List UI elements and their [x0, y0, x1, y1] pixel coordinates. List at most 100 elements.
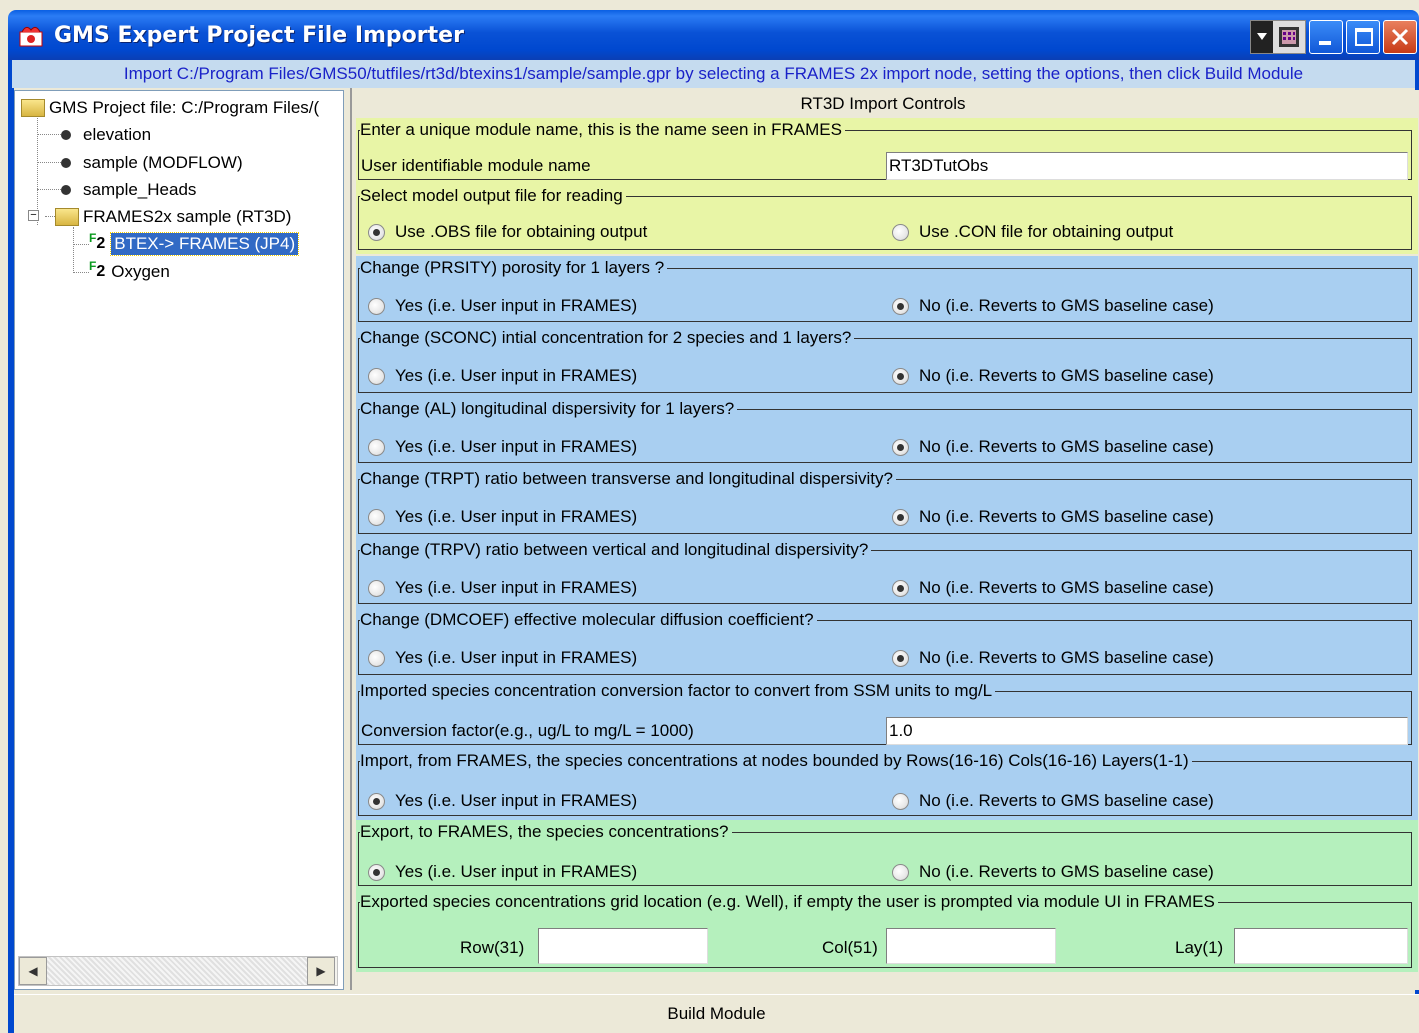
radio-label: No (i.e. Reverts to GMS baseline case) [919, 862, 1214, 881]
open-folder-icon [55, 208, 79, 226]
radio-icon [368, 649, 385, 667]
trpv-no-radio[interactable]: No (i.e. Reverts to GMS baseline case) [892, 578, 1214, 598]
f2-icon-sup: F [89, 231, 97, 245]
window-menu-button[interactable] [1250, 20, 1306, 54]
tree-line [73, 227, 74, 273]
radio-label: Yes (i.e. User input in FRAMES) [395, 791, 638, 810]
export-concentrations-group: Export, to FRAMES, the species concentra… [356, 820, 1418, 890]
radio-icon [368, 438, 385, 456]
trpt-no-radio[interactable]: No (i.e. Reverts to GMS baseline case) [892, 507, 1214, 527]
bullet-icon [61, 185, 71, 195]
collapse-expander[interactable]: − [28, 210, 39, 221]
group-legend: Imported species concentration conversio… [360, 681, 996, 701]
radio-icon [368, 863, 385, 881]
group-legend: Export, to FRAMES, the species concentra… [360, 822, 732, 842]
group-legend: Change (DMCOEF) effective molecular diff… [360, 610, 817, 630]
f2-icon-text: 2 [96, 235, 106, 252]
tree-line [45, 216, 55, 217]
module-name-input[interactable] [886, 152, 1408, 180]
maximize-button[interactable] [1346, 20, 1380, 54]
radio-label: Yes (i.e. User input in FRAMES) [395, 437, 638, 456]
radio-label: Yes (i.e. User input in FRAMES) [395, 648, 638, 667]
tree-root-label: GMS Project file: C:/Program Files/( [49, 98, 320, 117]
panel-header: RT3D Import Controls [800, 94, 966, 113]
col-input[interactable] [886, 928, 1056, 964]
trpt-yes-radio[interactable]: Yes (i.e. User input in FRAMES) [368, 507, 637, 527]
build-module-button[interactable]: Build Module [14, 994, 1419, 1033]
al-no-radio[interactable]: No (i.e. Reverts to GMS baseline case) [892, 437, 1214, 457]
al-yes-radio[interactable]: Yes (i.e. User input in FRAMES) [368, 437, 637, 457]
close-button[interactable] [1383, 20, 1417, 54]
use-con-radio[interactable]: Use .CON file for obtaining output [892, 222, 1173, 242]
output-file-group: Select model output file for reading Use… [356, 184, 1418, 254]
radio-icon [892, 223, 909, 241]
sconc-no-radio[interactable]: No (i.e. Reverts to GMS baseline case) [892, 366, 1214, 386]
use-obs-radio[interactable]: Use .OBS file for obtaining output [368, 222, 647, 242]
radio-icon [368, 508, 385, 526]
project-tree[interactable]: GMS Project file: C:/Program Files/( ele… [14, 90, 344, 990]
module-name-label: User identifiable module name [361, 156, 591, 175]
scroll-right-button[interactable]: ▶ [307, 957, 335, 985]
change-al-group: Change (AL) longitudinal dispersivity fo… [356, 397, 1418, 467]
title-bar[interactable]: GMS Expert Project File Importer [8, 10, 1419, 60]
lay-label: Lay(1) [1175, 938, 1224, 957]
sconc-yes-radio[interactable]: Yes (i.e. User input in FRAMES) [368, 366, 637, 386]
radio-icon [368, 792, 385, 810]
export-no-radio[interactable]: No (i.e. Reverts to GMS baseline case) [892, 862, 1214, 882]
tree-horizontal-scrollbar[interactable]: ◀ ▶ [18, 956, 338, 986]
close-icon [1384, 21, 1416, 53]
scroll-left-button[interactable]: ◀ [19, 957, 47, 985]
radio-label: No (i.e. Reverts to GMS baseline case) [919, 791, 1214, 810]
group-legend: Exported species concentrations grid loc… [360, 892, 1218, 912]
change-prsity-group: Change (PRSITY) porosity for 1 layers ? … [356, 256, 1418, 326]
import-no-radio[interactable]: No (i.e. Reverts to GMS baseline case) [892, 791, 1214, 811]
minimize-icon [1319, 41, 1331, 45]
lay-input[interactable] [1234, 928, 1408, 964]
conversion-factor-input[interactable] [886, 717, 1408, 745]
tree-item-frames2x-sample[interactable]: FRAMES2x sample (RT3D) [55, 204, 291, 230]
minimize-button[interactable] [1309, 20, 1343, 54]
prsity-no-radio[interactable]: No (i.e. Reverts to GMS baseline case) [892, 296, 1214, 316]
module-name-group: Enter a unique module name, this is the … [356, 118, 1418, 184]
radio-icon [892, 649, 909, 667]
window-title: GMS Expert Project File Importer [54, 22, 464, 48]
change-trpv-group: Change (TRPV) ratio between vertical and… [356, 538, 1418, 608]
tree-item-btex-frames[interactable]: F2 BTEX-> FRAMES (JP4) [89, 231, 300, 257]
f2-icon-text: 2 [96, 263, 106, 280]
tree-item-sample-modflow[interactable]: sample (MODFLOW) [61, 150, 243, 176]
tree-root[interactable]: GMS Project file: C:/Program Files/( [21, 95, 319, 121]
tree-item-elevation[interactable]: elevation [61, 122, 151, 148]
grid-location-group: Exported species concentrations grid loc… [356, 890, 1418, 972]
group-legend: Import, from FRAMES, the species concent… [360, 751, 1192, 771]
import-yes-radio[interactable]: Yes (i.e. User input in FRAMES) [368, 791, 637, 811]
prsity-yes-radio[interactable]: Yes (i.e. User input in FRAMES) [368, 296, 637, 316]
row-label: Row(31) [460, 938, 525, 957]
radio-icon [892, 792, 909, 810]
radio-label: Use .CON file for obtaining output [919, 222, 1174, 241]
scroll-thumb[interactable] [47, 957, 307, 985]
tree-item-label: elevation [83, 125, 152, 144]
bullet-icon [61, 158, 71, 168]
change-dmcoef-group: Change (DMCOEF) effective molecular diff… [356, 608, 1418, 679]
dmcoef-yes-radio[interactable]: Yes (i.e. User input in FRAMES) [368, 648, 637, 668]
tree-item-sample-heads[interactable]: sample_Heads [61, 177, 196, 203]
tree-item-oxygen[interactable]: F2 Oxygen [89, 259, 170, 285]
import-concentrations-group: Import, from FRAMES, the species concent… [356, 749, 1418, 820]
f2-icon: F2 [89, 259, 106, 281]
radio-icon [892, 367, 909, 385]
radio-label: No (i.e. Reverts to GMS baseline case) [919, 507, 1214, 526]
panel-splitter[interactable] [344, 88, 352, 990]
trpv-yes-radio[interactable]: Yes (i.e. User input in FRAMES) [368, 578, 637, 598]
dmcoef-no-radio[interactable]: No (i.e. Reverts to GMS baseline case) [892, 648, 1214, 668]
export-yes-radio[interactable]: Yes (i.e. User input in FRAMES) [368, 862, 637, 882]
radio-icon [368, 579, 385, 597]
radio-label: Use .OBS file for obtaining output [395, 222, 648, 241]
col-label: Col(51) [822, 938, 878, 957]
instruction-line: Import C:/Program Files/GMS50/tutfiles/r… [8, 60, 1419, 88]
radio-icon [368, 297, 385, 315]
app-icon [18, 22, 44, 48]
arrow-right-icon: ▶ [316, 964, 326, 978]
conversion-factor-group: Imported species concentration conversio… [356, 679, 1418, 749]
row-input[interactable] [538, 928, 708, 964]
radio-label: No (i.e. Reverts to GMS baseline case) [919, 296, 1214, 315]
